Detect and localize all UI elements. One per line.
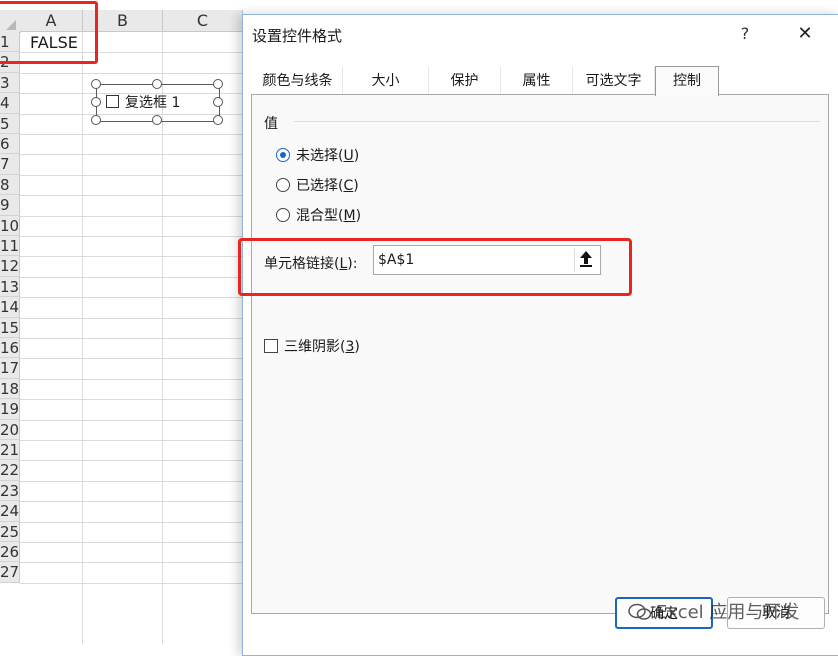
control-tab-panel: 值 未选择(U) 已选择(C) 混合型(M) 单元格链接(L): $A$1 三维… <box>238 94 829 614</box>
title-bar[interactable]: 设置控件格式 ? ✕ <box>243 15 838 53</box>
tab-alt-text[interactable]: 可选文字 <box>573 67 655 95</box>
value-group-label: 值 <box>264 116 278 132</box>
highlight-a1 <box>0 1 98 64</box>
shadow-3d-checkbox[interactable]: 三维阴影(3) <box>264 336 360 356</box>
resize-handle-l[interactable] <box>91 97 101 107</box>
row-header[interactable]: 25 <box>0 521 20 542</box>
resize-handle-tr[interactable] <box>213 79 223 89</box>
row-header[interactable]: 18 <box>0 378 20 400</box>
row-header[interactable]: 11 <box>0 236 20 257</box>
radio-mixed[interactable]: 混合型(M) <box>276 205 361 225</box>
row-header[interactable]: 10 <box>0 215 20 236</box>
tab-colors-lines[interactable]: 颜色与线条 <box>253 67 343 95</box>
watermark: Excel 应用与开发 <box>628 598 799 624</box>
row-header[interactable]: 9 <box>0 195 20 216</box>
row-header[interactable]: 24 <box>0 501 20 522</box>
row-header[interactable]: 14 <box>0 297 20 318</box>
radio-icon[interactable] <box>276 178 290 192</box>
radio-selected-icon[interactable] <box>276 148 290 162</box>
tab-size[interactable]: 大小 <box>343 67 429 95</box>
chat-bubbles-icon <box>628 603 652 620</box>
checkbox-square-icon[interactable] <box>106 95 119 108</box>
resize-handle-b[interactable] <box>152 115 162 125</box>
row-header[interactable]: 3 <box>0 72 20 94</box>
row-header[interactable]: 22 <box>0 460 20 481</box>
radio-icon[interactable] <box>276 208 290 222</box>
format-control-dialog: 设置控件格式 ? ✕ 颜色与线条 大小 保护 属性 可选文字 控制 值 未选择(… <box>238 14 838 656</box>
row-header[interactable]: 21 <box>0 440 20 461</box>
row-header[interactable]: 4 <box>0 93 20 114</box>
help-icon[interactable]: ? <box>735 24 755 44</box>
row-header[interactable]: 7 <box>0 154 20 175</box>
resize-handle-tl[interactable] <box>91 79 101 89</box>
tab-properties[interactable]: 属性 <box>501 67 573 95</box>
row-header[interactable]: 19 <box>0 399 20 420</box>
radio-unchecked[interactable]: 未选择(U) <box>276 145 359 165</box>
radio-checked[interactable]: 已选择(C) <box>276 175 359 195</box>
row-header[interactable]: 23 <box>0 480 20 502</box>
row-header[interactable]: 13 <box>0 276 20 298</box>
dialog-title: 设置控件格式 <box>252 27 343 45</box>
group-divider <box>294 121 820 122</box>
row-header[interactable]: 6 <box>0 134 20 155</box>
row-header[interactable]: 27 <box>0 562 20 583</box>
row-header[interactable]: 26 <box>0 542 20 563</box>
row-header[interactable]: 16 <box>0 338 20 359</box>
row-header[interactable]: 15 <box>0 317 20 338</box>
resize-handle-t[interactable] <box>152 79 162 89</box>
row-header[interactable]: 12 <box>0 256 20 277</box>
row-header[interactable]: 5 <box>0 113 20 134</box>
resize-handle-bl[interactable] <box>91 115 101 125</box>
row-header[interactable]: 8 <box>0 174 20 196</box>
column-header-c[interactable]: C <box>163 10 243 32</box>
tab-control[interactable]: 控制 <box>655 66 719 96</box>
row-header[interactable]: 17 <box>0 358 20 379</box>
tab-protection[interactable]: 保护 <box>429 67 501 95</box>
form-checkbox-label: 复选框 1 <box>125 95 181 111</box>
close-icon[interactable]: ✕ <box>793 24 817 44</box>
row-header[interactable]: 20 <box>0 419 20 440</box>
checkbox-icon[interactable] <box>264 339 278 353</box>
resize-handle-br[interactable] <box>213 115 223 125</box>
resize-handle-r[interactable] <box>213 97 223 107</box>
highlight-cell-link <box>238 238 632 296</box>
